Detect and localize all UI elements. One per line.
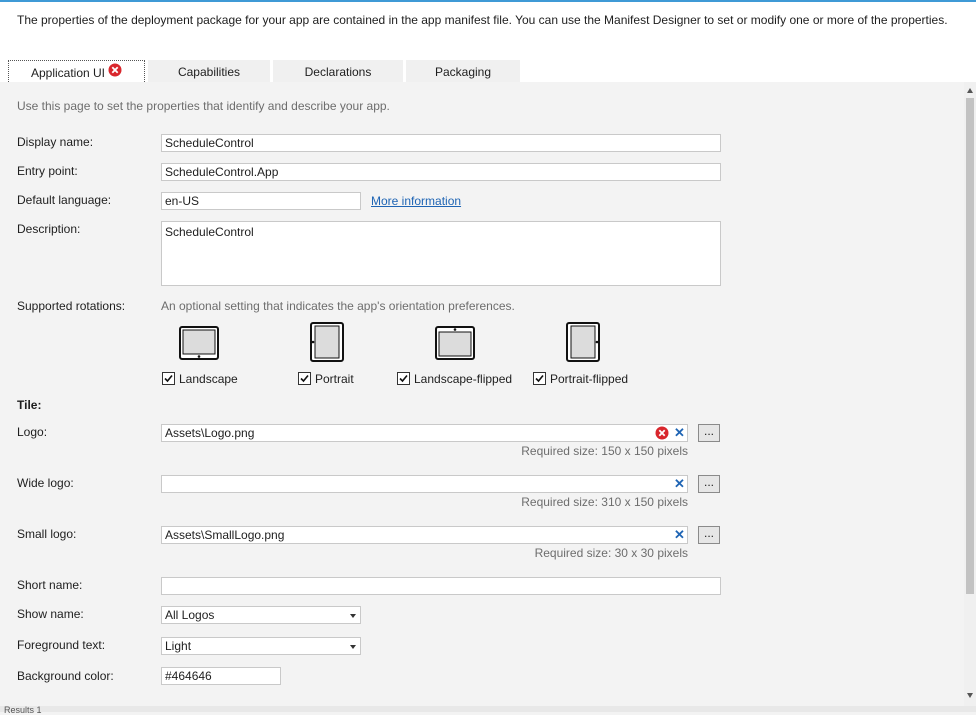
entry-point-field[interactable]: ScheduleControl.App (161, 163, 721, 181)
checkbox-box[interactable] (162, 372, 175, 386)
wide-logo-required-size: Required size: 310 x 150 pixels (521, 495, 688, 509)
small-logo-field[interactable]: Assets\SmallLogo.png (161, 526, 688, 544)
background-color-label: Background color: (17, 669, 114, 683)
logo-field[interactable]: Assets\Logo.png (161, 424, 688, 442)
supported-rotations-label: Supported rotations: (17, 299, 126, 313)
scroll-down-icon[interactable] (967, 693, 973, 698)
short-name-field[interactable] (161, 577, 721, 595)
foreground-text-value: Light (165, 639, 192, 653)
tab-label: Declarations (304, 65, 372, 79)
bottom-panel-text: Results 1 (4, 705, 42, 715)
tile-heading: Tile: (17, 398, 42, 412)
tab-label: Packaging (434, 65, 492, 79)
page-hint: Use this page to set the properties that… (17, 99, 390, 113)
logo-required-size: Required size: 150 x 150 pixels (521, 444, 688, 458)
tab-packaging[interactable]: Packaging (406, 60, 520, 84)
tab-capabilities[interactable]: Capabilities (148, 60, 270, 84)
checkbox-box[interactable] (298, 372, 311, 386)
default-language-label: Default language: (17, 193, 112, 207)
error-icon (655, 426, 669, 443)
portrait-flipped-checkbox[interactable]: Portrait-flipped (533, 372, 628, 386)
tab-application-ui[interactable]: Application UI (8, 60, 145, 84)
checkbox-box[interactable] (397, 372, 410, 386)
clear-logo-icon[interactable]: ✕ (674, 426, 685, 440)
small-logo-label: Small logo: (17, 527, 77, 541)
scrollbar-thumb[interactable] (966, 98, 974, 594)
bottom-panel-edge: Results 1 (0, 705, 976, 715)
more-information-link[interactable]: More information (371, 194, 461, 208)
tab-strip: Application UI Capabilities Declarations… (8, 60, 520, 84)
display-name-field[interactable]: ScheduleControl (161, 134, 721, 152)
browse-wide-logo-button[interactable]: ... (698, 475, 720, 493)
tab-label: Application UI (30, 66, 106, 80)
checkbox-label: Portrait (315, 372, 354, 386)
portrait-flipped-icon (566, 322, 600, 365)
checkbox-label: Landscape (179, 372, 238, 386)
browse-small-logo-button[interactable]: ... (698, 526, 720, 544)
foreground-text-dropdown[interactable]: Light (161, 637, 361, 655)
tab-label: Capabilities (177, 65, 241, 79)
short-name-label: Short name: (17, 578, 83, 592)
wide-logo-field[interactable] (161, 475, 688, 493)
small-logo-required-size: Required size: 30 x 30 pixels (534, 546, 688, 560)
application-ui-panel: Use this page to set the properties that… (0, 82, 964, 706)
landscape-flipped-icon (435, 326, 475, 363)
tab-declarations[interactable]: Declarations (273, 60, 403, 84)
rotations-hint: An optional setting that indicates the a… (161, 299, 515, 313)
wide-logo-label: Wide logo: (17, 476, 74, 490)
vertical-scrollbar[interactable] (964, 82, 976, 706)
browse-logo-button[interactable]: ... (698, 424, 720, 442)
logo-label: Logo: (17, 425, 48, 439)
header: The properties of the deployment package… (0, 2, 976, 84)
portrait-checkbox[interactable]: Portrait (298, 372, 354, 386)
display-name-label: Display name: (17, 135, 94, 149)
entry-point-label: Entry point: (17, 164, 78, 178)
checkbox-label: Landscape-flipped (414, 372, 513, 386)
show-name-value: All Logos (165, 608, 215, 622)
description-label: Description: (17, 222, 81, 236)
portrait-icon (310, 322, 344, 365)
checkbox-label: Portrait-flipped (550, 372, 629, 386)
landscape-icon (179, 326, 219, 363)
chevron-down-icon (350, 645, 356, 649)
checkbox-box[interactable] (533, 372, 546, 386)
chevron-down-icon (350, 614, 356, 618)
scroll-up-icon[interactable] (967, 88, 973, 93)
foreground-text-label: Foreground text: (17, 638, 106, 652)
landscape-checkbox[interactable]: Landscape (162, 372, 238, 386)
default-language-field[interactable]: en-US (161, 192, 361, 210)
show-name-dropdown[interactable]: All Logos (161, 606, 361, 624)
description-field[interactable]: ScheduleControl (161, 221, 721, 286)
background-color-field[interactable]: #464646 (161, 667, 281, 685)
clear-wide-logo-icon[interactable]: ✕ (674, 477, 685, 491)
show-name-label: Show name: (17, 607, 84, 621)
intro-text: The properties of the deployment package… (17, 13, 948, 27)
clear-small-logo-icon[interactable]: ✕ (674, 528, 685, 542)
landscape-flipped-checkbox[interactable]: Landscape-flipped (397, 372, 512, 386)
